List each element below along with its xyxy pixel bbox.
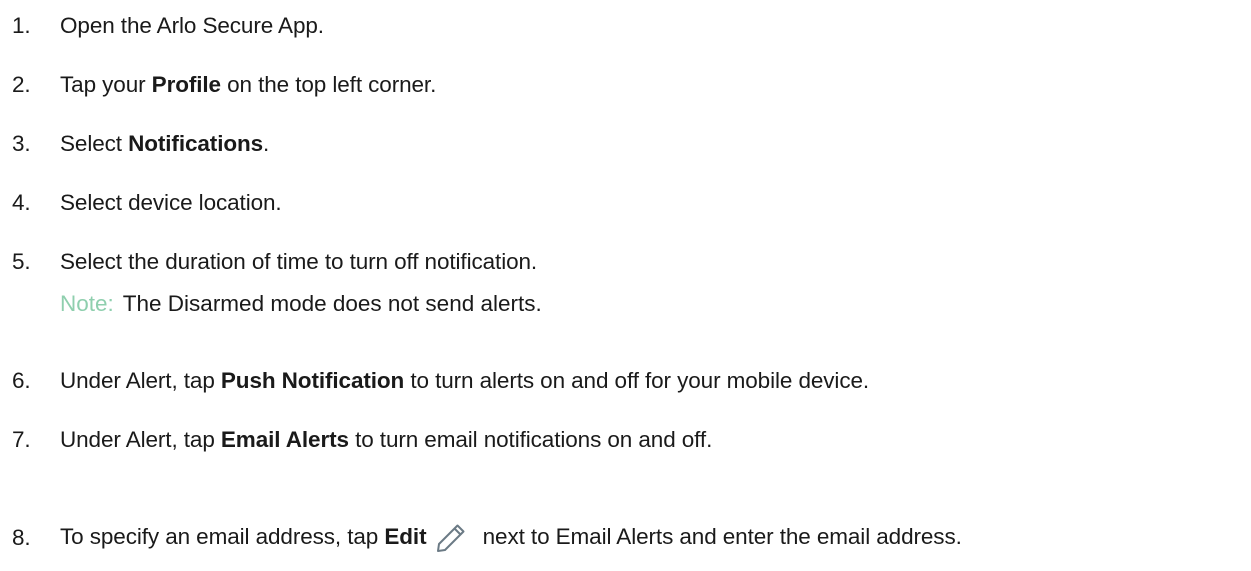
step-text: Under Alert, tap Push Notification to tu… [60,368,869,394]
step-number: 5. [12,249,31,274]
step-number: 3. [12,131,31,156]
pencil-icon [434,521,468,555]
step-text-after: . [263,131,270,156]
step-3: 3. Select Notifications. [12,124,269,164]
step-8: 8. To specify an email address, tap Edit… [12,518,962,558]
step-6: 6. Under Alert, tap Push Notification to… [12,361,869,401]
step-bold-term: Push Notification [220,368,405,393]
step-5: 5. Select the duration of time to turn o… [12,242,537,282]
step-number: 2. [12,72,31,97]
step-7: 7. Under Alert, tap Email Alerts to turn… [12,420,712,460]
step-bold-term: Edit [384,523,427,549]
step-text: Open the Arlo Secure App. [60,13,324,38]
note-label: Note: [60,291,114,316]
step-text: Select Notifications. [60,131,269,157]
step-number: 4. [12,190,31,215]
step-4: 4. Select device location. [12,183,282,223]
step-text-before: Under Alert, tap [60,427,221,452]
step-1: 1. Open the Arlo Secure App. [12,6,324,46]
step-text-before: Under Alert, tap [60,368,221,393]
step-2: 2. Tap your Profile on the top left corn… [12,65,436,105]
step-bold-term: Notifications [128,131,264,156]
step-text-after: on the top left corner. [220,72,437,97]
step-text-after: to turn alerts on and off for your mobil… [404,368,870,393]
note-text: The Disarmed mode does not send alerts. [122,291,542,316]
note: Note: The Disarmed mode does not send al… [60,286,542,322]
step-number: 7. [12,427,31,452]
step-bold-term: Profile [151,72,221,97]
step-bold-term: Email Alerts [220,427,349,452]
step-text: Select device location. [60,190,282,215]
step-number: 6. [12,368,31,393]
step-text-before: Select [60,131,129,156]
step-number: 8. [12,525,31,550]
step-text-after: to turn email notifications on and off. [348,427,713,452]
step-number: 1. [12,13,31,38]
step-text: Under Alert, tap Email Alerts to turn em… [60,427,712,453]
step-text-before: To specify an email address, tap [60,523,385,549]
step-text: Select the duration of time to turn off … [60,249,538,274]
step-text-before: Tap your [60,72,152,97]
step-text: To specify an email address, tap Edit ne… [60,521,962,555]
step-text: Tap your Profile on the top left corner. [60,72,436,98]
step-text-after: next to Email Alerts and enter the email… [476,523,962,549]
